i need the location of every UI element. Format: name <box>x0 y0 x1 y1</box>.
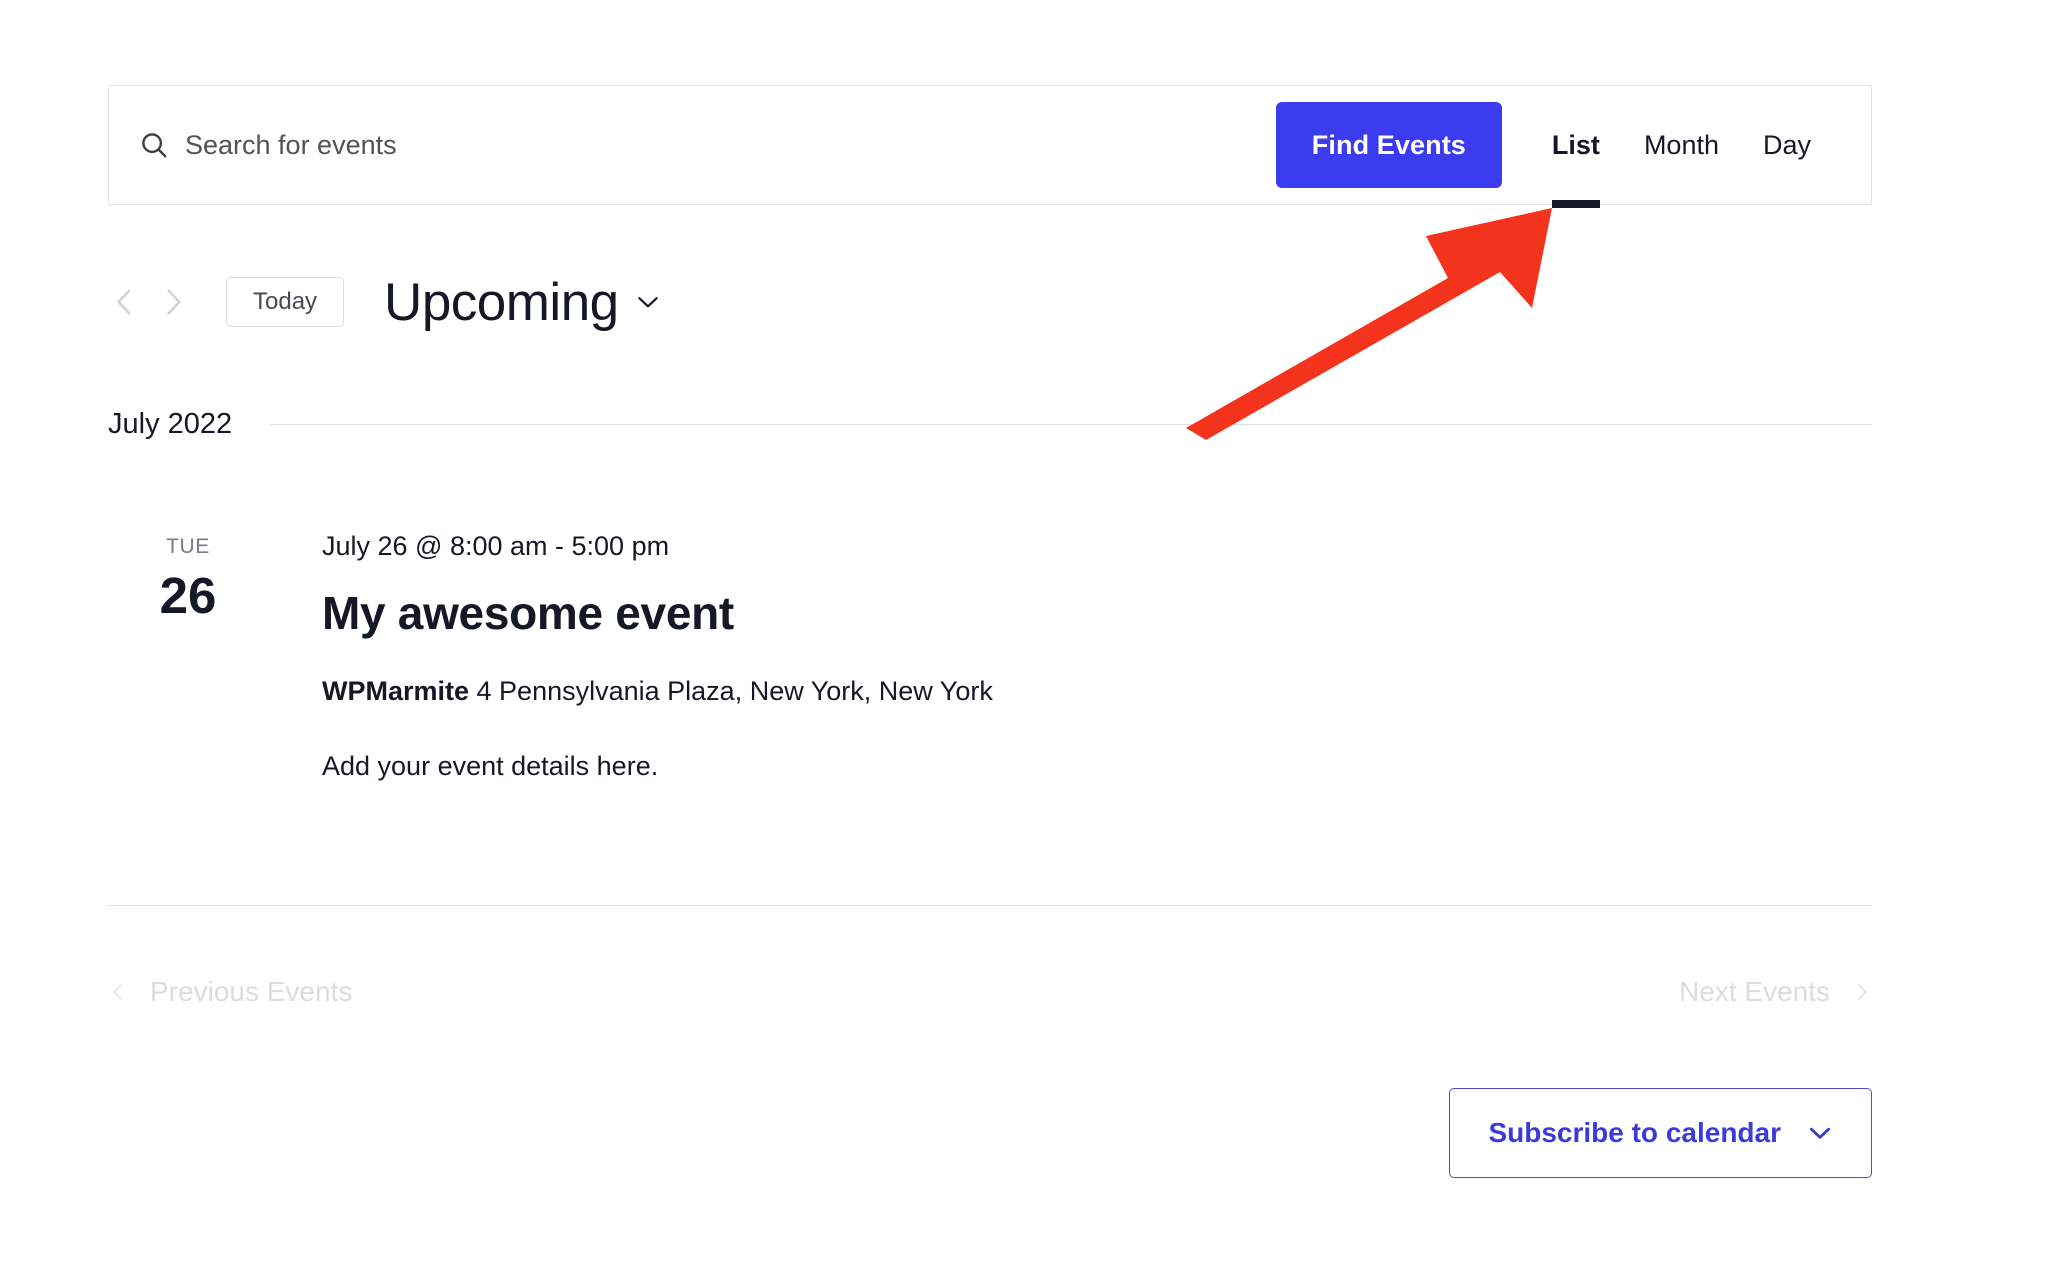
month-separator: July 2022 <box>108 408 1872 441</box>
events-calendar-page: Find Events List Month Day Today Upcomin… <box>0 0 2048 1284</box>
event-time: July 26 @ 8:00 am - 5:00 pm <box>322 531 670 561</box>
event-venue: WPMarmite 4 Pennsylvania Plaza, New York… <box>322 674 1872 709</box>
next-events-label: Next Events <box>1679 976 1830 1007</box>
tab-list[interactable]: List <box>1530 86 1622 204</box>
calendar-nav-row: Today Upcoming <box>108 272 661 332</box>
search-icon <box>142 133 167 158</box>
find-events-button[interactable]: Find Events <box>1275 102 1502 188</box>
chevron-down-icon <box>637 297 658 308</box>
list-bottom-divider <box>108 905 1872 906</box>
view-tabs: List Month Day <box>1530 86 1833 204</box>
pagination: Previous Events Next Events <box>108 975 1872 1009</box>
subscribe-label: Subscribe to calendar <box>1488 1117 1781 1148</box>
today-button[interactable]: Today <box>226 277 345 327</box>
subscribe-row: Subscribe to calendar <box>108 1088 1872 1178</box>
event-weekday: TUE <box>166 535 210 558</box>
event-list-item[interactable]: TUE 26 July 26 @ 8:00 am - 5:00 pm My aw… <box>108 530 1872 784</box>
chevron-right-icon <box>1858 984 1867 1000</box>
event-day-number: 26 <box>159 567 217 624</box>
chevron-left-icon[interactable] <box>108 285 142 319</box>
tab-month[interactable]: Month <box>1622 86 1741 204</box>
view-title-dropdown[interactable]: Upcoming <box>384 276 661 329</box>
event-details: July 26 @ 8:00 am - 5:00 pm My awesome e… <box>268 530 1872 784</box>
event-venue-address: 4 Pennsylvania Plaza, New York, New York <box>469 675 993 706</box>
events-toolbar: Find Events List Month Day <box>108 85 1872 205</box>
next-events-link[interactable]: Next Events <box>1679 975 1872 1009</box>
previous-events-label: Previous Events <box>150 976 353 1007</box>
event-venue-name: WPMarmite <box>322 675 470 706</box>
chevron-down-icon <box>1809 1127 1831 1139</box>
search-field-group[interactable] <box>139 86 1276 204</box>
tab-day[interactable]: Day <box>1741 86 1833 204</box>
search-input[interactable] <box>185 128 885 162</box>
event-date-block: TUE 26 <box>108 530 268 784</box>
chevron-left-icon <box>113 984 122 1000</box>
chevron-right-icon[interactable] <box>156 285 190 319</box>
event-description: Add your event details here. <box>322 750 659 781</box>
subscribe-to-calendar-button[interactable]: Subscribe to calendar <box>1449 1088 1872 1178</box>
page-title: Upcoming <box>384 272 619 332</box>
month-label: July 2022 <box>108 408 233 440</box>
event-title-link[interactable]: My awesome event <box>322 586 1872 641</box>
previous-events-link[interactable]: Previous Events <box>108 975 352 1009</box>
month-rule <box>270 424 1872 425</box>
